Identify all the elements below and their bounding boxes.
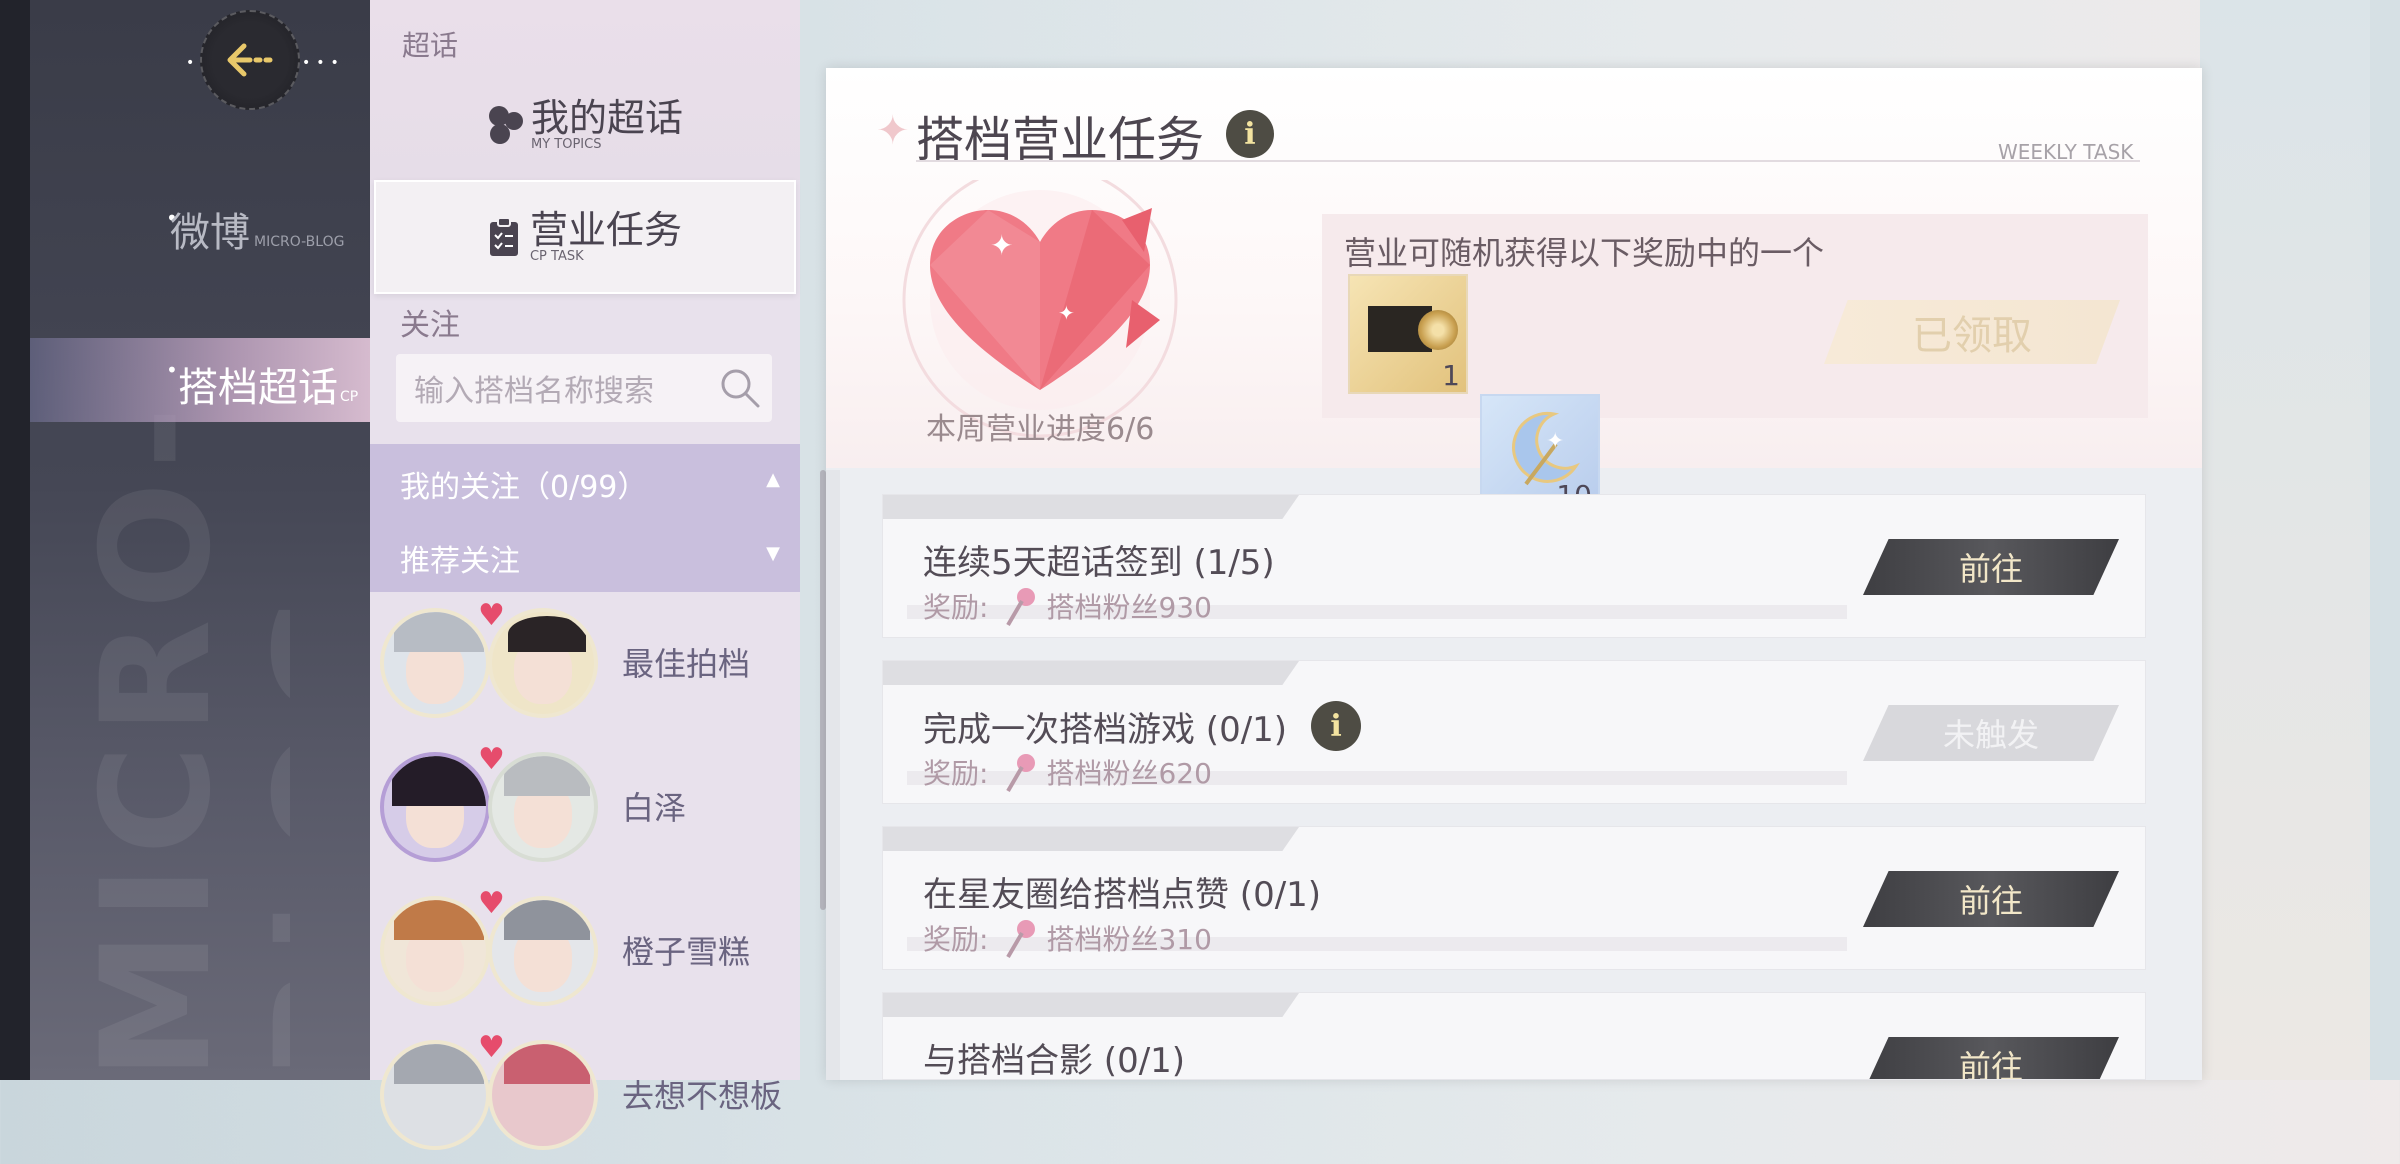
menu-topics-label: 我的超话 [530,96,683,140]
avatar [380,1040,490,1150]
search-placeholder: 输入搭档名称搜索 [414,374,654,409]
search-icon[interactable] [718,366,762,410]
avatar [380,752,490,862]
task-row: 完成一次搭档游戏 (0/1) i 奖励: 搭档粉丝620 未触发 [882,660,2146,804]
go-button[interactable]: 前往 [1863,539,2119,595]
user-name: 去想不想板 [622,1077,783,1115]
not-triggered-button[interactable]: 未触发 [1863,705,2119,761]
follow-section-label: 关注 [400,308,460,343]
info-icon[interactable]: i [1311,701,1362,751]
nav-cp-sub: CP [340,389,359,405]
menu-task-label: 营业任务 [529,208,682,252]
svg-text:✦: ✦ [1058,301,1075,325]
task-title: 完成一次搭档游戏 (0/1) [923,709,1288,750]
heart-icon: ♥ [478,886,505,921]
back-button[interactable] [200,10,300,110]
heart-icon: ♥ [478,1030,505,1065]
nav-cp-label: 搭档超话 [178,365,338,411]
heart-icon: ♥ [478,598,505,633]
fan-icon [1006,754,1036,793]
info-icon[interactable]: i [1226,110,1274,158]
search-input[interactable]: 输入搭档名称搜索 [396,354,772,422]
list-item[interactable]: ♥ 最佳拍档 [380,592,800,732]
nav-item-cp[interactable]: 搭档超话 CP [178,355,358,413]
list-item[interactable]: ♥ 白泽 [380,736,800,876]
topics-icon [488,106,523,144]
task-row: 与搭档合影 (0/1) 前往 [882,992,2146,1080]
go-button[interactable]: 前往 [1863,871,2119,927]
task-reward-value: 搭档粉丝620 [1046,757,1212,790]
right-edge-strip [2370,0,2400,1080]
list-item[interactable]: ♥ 橙子雪糕 [380,880,800,1020]
recommend-toggle[interactable]: 推荐关注 ▼ [400,536,780,580]
svg-text:✦: ✦ [1546,429,1564,454]
disc-icon [1418,310,1458,350]
left-edge-strip [0,0,30,1080]
weekly-task-label: WEEKLY TASK [1998,140,2134,164]
task-title: 与搭档合影 (0/1) [923,1041,1186,1080]
menu-topics-sub: MY TOPICS [530,137,602,152]
task-reward-label: 奖励: [923,923,989,956]
nav-watermark: MICRO-BLOG [70,396,290,1080]
reward-caption: 营业可随机获得以下奖励中的一个 [1344,234,1825,272]
back-deco-dots-left: • [186,55,201,71]
user-name: 最佳拍档 [622,645,751,683]
task-reward-label: 奖励: [923,591,989,624]
fan-icon [1006,920,1036,959]
user-name: 白泽 [622,789,687,827]
task-reward-label: 奖励: [923,757,989,790]
title-divider [916,160,2140,162]
menu-my-topics[interactable]: 我的超话 MY TOPICS [370,80,800,170]
heart-icon: ♥ [478,742,505,777]
task-row: 连续5天超话签到 (1/5) 奖励: 搭档粉丝930 前往 [882,494,2146,638]
reward-count: 1 [1442,359,1460,392]
my-follow-toggle[interactable]: 我的关注（0/99） ▲ [400,462,780,506]
fan-icon [1006,588,1036,627]
task-title: 在星友圈给搭档点赞 (0/1) [923,875,1322,915]
avatar [380,896,490,1006]
claimed-button[interactable]: 已领取 [1824,300,2120,364]
task-tab-decoration [883,993,1299,1017]
task-row: 在星友圈给搭档点赞 (0/1) 奖励: 搭档粉丝310 前往 [882,826,2146,970]
sidebar-section-title: 超话 [402,29,459,62]
reward-item[interactable]: 1 [1348,274,1468,394]
task-tab-decoration [883,661,1299,685]
avatar [380,608,490,718]
my-follow-label: 我的关注（0/99） [400,470,648,505]
expand-down-icon: ▼ [766,543,780,564]
task-title: 连续5天超话签到 (1/5) [923,543,1275,583]
weekly-progress-text: 本周营业进度6/6 [926,412,1155,447]
recommend-label: 推荐关注 [400,544,520,579]
sparkle-icon: ✦ [876,108,910,154]
clipboard-icon [489,217,518,256]
go-button[interactable]: 前往 [1863,1037,2119,1079]
nav-weibo-label: 微博 [170,210,250,256]
back-arrow-icon [227,43,273,77]
task-reward-value: 搭档粉丝310 [1046,923,1212,956]
nav-item-weibo[interactable]: 微博 MICRO-BLOG [170,200,344,258]
task-tab-decoration [883,827,1299,851]
menu-cp-task[interactable]: 营业任务 CP TASK [374,180,796,294]
nav-weibo-sub: MICRO-BLOG [254,234,345,250]
back-deco-dots-right: ••• [302,55,345,71]
task-tab-decoration [883,495,1299,519]
nav-bullet-active: • [166,358,178,382]
heart-progress-icon: ✦ ✦ [890,162,1190,440]
list-item[interactable]: ♥ 去想不想板 [380,1024,800,1164]
collapse-up-icon: ▲ [766,469,780,490]
menu-task-sub: CP TASK [529,249,584,264]
user-name: 橙子雪糕 [622,933,751,971]
task-reward-value: 搭档粉丝930 [1046,591,1212,624]
svg-text:✦: ✦ [990,229,1013,262]
card-left-edge [826,470,840,1080]
